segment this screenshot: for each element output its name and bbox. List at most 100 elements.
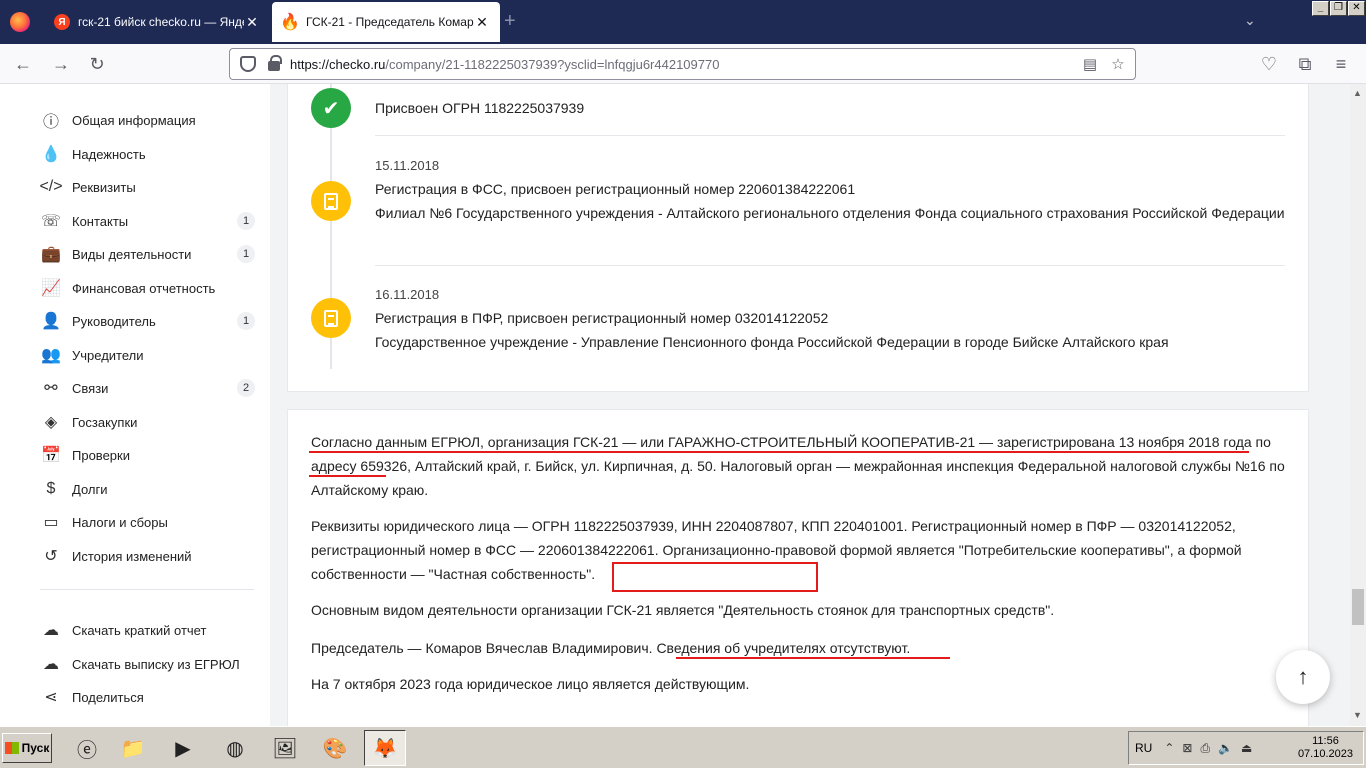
document-icon: [311, 181, 351, 221]
sidebar-item-activities[interactable]: 💼 Виды деятельности 1: [40, 242, 255, 266]
sidebar-item-label: Надежность: [72, 146, 146, 162]
dollar-icon: $: [46, 480, 56, 497]
reload-icon[interactable]: ↻: [86, 53, 108, 75]
restore-icon[interactable]: ❐: [1330, 1, 1347, 16]
page-scrollbar[interactable]: ▲ ▼: [1350, 84, 1366, 726]
volume-icon[interactable]: 🔈: [1218, 741, 1233, 756]
start-label: Пуск: [21, 741, 50, 755]
scroll-thumb[interactable]: [1352, 589, 1364, 625]
reader-view-icon[interactable]: ▤: [1079, 55, 1101, 73]
sidebar-item-finance[interactable]: 📈 Финансовая отчетность: [40, 276, 255, 300]
sidebar-item-requisites[interactable]: </> Реквизиты: [39, 175, 255, 199]
scroll-to-top-button[interactable]: ↑: [1276, 650, 1330, 704]
person-icon: 👤: [41, 313, 61, 330]
sidebar-item-general[interactable]: ⓘ Общая информация: [40, 108, 255, 132]
sidebar-item-procurement[interactable]: ◈ Госзакупки: [40, 410, 255, 434]
sidebar-item-debts[interactable]: $ Долги: [40, 477, 255, 501]
cloud-download-icon: ☁: [43, 622, 59, 639]
count-badge: 1: [237, 212, 255, 230]
briefcase-icon: 💼: [41, 246, 61, 263]
back-icon[interactable]: ←: [12, 53, 34, 75]
share-link[interactable]: ⋖ Поделиться: [40, 685, 255, 709]
sidebar-item-inspections[interactable]: 📅 Проверки: [40, 443, 255, 467]
sidebar-item-head[interactable]: 👤 Руководитель 1: [40, 309, 255, 333]
timeline-title: Регистрация в ПФР, присвоен регистрацион…: [375, 310, 829, 326]
media-player-icon[interactable]: ▶: [162, 730, 204, 766]
ie-icon[interactable]: ⓔ: [66, 730, 108, 766]
count-badge: 1: [237, 245, 255, 263]
sidebar-item-label: Руководитель: [72, 313, 156, 329]
image-viewer-icon[interactable]: 🖼: [264, 730, 306, 766]
sidebar-item-links[interactable]: ⚯ Связи 2: [40, 376, 255, 400]
taskbar: Пуск ⓔ 📁 ▶ ◍ 🖼 🎨 🦊 RU ⌃ ⊠ ⎙ 🔈 ⏏ 11:56 07.…: [0, 726, 1366, 768]
bookmark-star-icon[interactable]: ☆: [1107, 55, 1129, 73]
firefox-icon[interactable]: [10, 12, 30, 32]
sidebar: ⓘ Общая информация 💧 Надежность </> Реквизи…: [0, 84, 270, 726]
language-indicator[interactable]: RU: [1135, 741, 1152, 755]
chevron-up-icon[interactable]: ⌃: [1164, 741, 1174, 756]
windows-logo-icon: [4, 742, 19, 754]
safely-remove-icon[interactable]: ⏏: [1241, 741, 1252, 756]
calendar-icon: 📅: [41, 447, 61, 464]
sidebar-item-label: Госзакупки: [72, 414, 138, 430]
tab-title: гск-21 бийск checko.ru — Яндекс: [78, 15, 244, 29]
share-icon: ⋖: [44, 689, 58, 706]
window-controls: _ ❐ ✕: [1312, 1, 1365, 16]
wallet-icon: ▭: [43, 514, 59, 531]
folder-icon[interactable]: 📁: [112, 730, 154, 766]
annotation-underline: [309, 451, 1249, 453]
firefox-taskbar-icon[interactable]: 🦊: [364, 730, 406, 766]
cloud-download-icon: ☁: [43, 656, 59, 673]
menu-icon[interactable]: ≡: [1330, 53, 1352, 75]
sidebar-item-label: Проверки: [72, 447, 130, 463]
forward-icon[interactable]: →: [50, 53, 72, 75]
close-window-icon[interactable]: ✕: [1348, 1, 1365, 16]
clock-time: 11:56: [1312, 735, 1339, 747]
shield-icon[interactable]: [240, 56, 256, 72]
tab-yandex[interactable]: Я гск-21 бийск checko.ru — Яндекс ✕: [44, 2, 270, 42]
chevron-down-icon[interactable]: ⌄: [1244, 12, 1256, 29]
summary-paragraph-1: Согласно данным ЕГРЮЛ, организация ГСК-2…: [311, 434, 1285, 498]
code-icon: </>: [39, 178, 63, 195]
close-icon[interactable]: ✕: [244, 14, 260, 31]
sidebar-item-reliability[interactable]: 💧 Надежность: [40, 142, 255, 166]
scroll-down-icon[interactable]: ▼: [1353, 710, 1362, 720]
minimize-icon[interactable]: _: [1312, 1, 1329, 16]
url-bar[interactable]: https://checko.ru/company/21-11822250379…: [229, 48, 1136, 80]
sidebar-item-label: Реквизиты: [72, 179, 136, 195]
sidebar-item-label: Учредители: [72, 347, 144, 363]
browser-app-icon[interactable]: ◍: [214, 730, 256, 766]
new-tab-icon[interactable]: +: [504, 10, 516, 33]
lock-icon[interactable]: [268, 55, 282, 71]
page-content: ⓘ Общая информация 💧 Надежность </> Реквизи…: [0, 84, 1350, 726]
download-egrul-link[interactable]: ☁ Скачать выписку из ЕГРЮЛ: [40, 652, 255, 676]
sidebar-item-label: Связи: [72, 380, 109, 396]
tray-icons: ⌃ ⊠ ⎙ 🔈 ⏏: [1164, 741, 1252, 756]
printer-icon[interactable]: ⎙: [1200, 741, 1210, 756]
download-short-report-link[interactable]: ☁ Скачать краткий отчет: [40, 618, 255, 642]
sidebar-item-founders[interactable]: 👥 Учредители: [40, 343, 255, 367]
timeline-detail: Филиал №6 Государственного учреждения - …: [375, 205, 1285, 221]
annotation-underline: [309, 475, 386, 477]
scroll-up-icon[interactable]: ▲: [1353, 88, 1362, 98]
count-badge: 1: [237, 312, 255, 330]
sidebar-item-label: Налоги и сборы: [72, 514, 168, 530]
clock[interactable]: 11:56 07.10.2023: [1298, 735, 1353, 761]
url-path: /company/21-1182225037939?ysclid=lnfqgju…: [385, 56, 720, 72]
tab-checko[interactable]: 🔥 ГСК-21 - Председатель Комаров ✕: [272, 2, 500, 42]
sidebar-item-contacts[interactable]: ☏ Контакты 1: [40, 209, 255, 233]
url-text[interactable]: https://checko.ru/company/21-11822250379…: [290, 57, 1079, 72]
start-button[interactable]: Пуск: [2, 733, 52, 763]
sidebar-item-label: Виды деятельности: [72, 246, 192, 262]
close-icon[interactable]: ✕: [474, 14, 490, 31]
timeline-date: 16.11.2018: [375, 287, 440, 302]
paint-icon[interactable]: 🎨: [314, 730, 356, 766]
sidebar-item-taxes[interactable]: ▭ Налоги и сборы: [40, 510, 255, 534]
extensions-icon[interactable]: ⧉: [1294, 53, 1316, 75]
sidebar-item-history[interactable]: ↺ История изменений: [40, 544, 255, 568]
timeline-title: Присвоен ОГРН 1182225037939: [375, 100, 585, 116]
annotation-box: [612, 562, 818, 592]
network-icon[interactable]: ⊠: [1182, 741, 1192, 756]
pocket-icon[interactable]: ♡: [1258, 53, 1280, 75]
count-badge: 2: [237, 379, 255, 397]
